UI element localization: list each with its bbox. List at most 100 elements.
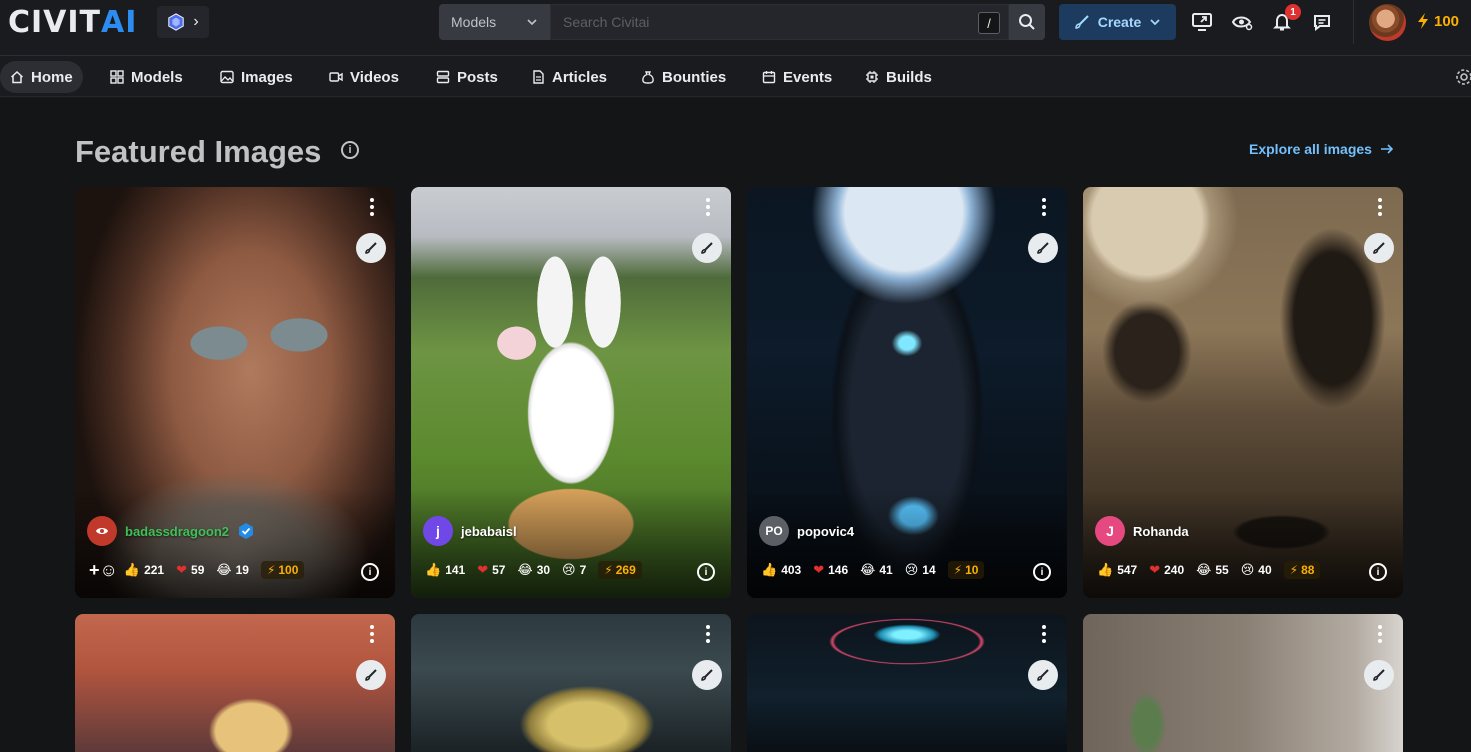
remix-button[interactable] [692,233,722,263]
image-card[interactable]: badassdragoon2 +☺ 👍 221 ❤ 59 😂 19 ⚡ 100 i [75,187,395,598]
reaction-laugh[interactable]: 😂 30 [517,563,550,578]
cpu-icon [866,71,878,83]
brush-icon [1037,242,1049,254]
chevron-right-icon: › [193,13,199,30]
user-avatar[interactable] [1369,4,1406,41]
more-options-icon[interactable] [1037,198,1051,219]
search-input[interactable]: Search Civitai / [550,4,1009,40]
nav-models[interactable]: Models [100,61,193,93]
card-user[interactable]: J Rohanda [1095,516,1189,546]
reaction-laugh[interactable]: 😂 41 [860,563,893,578]
buzz-balance[interactable]: 100 [1416,12,1459,30]
nav-home[interactable]: Home [0,61,83,93]
brand-menu-button[interactable]: › [157,6,209,38]
image-icon [220,70,234,84]
card-user[interactable]: badassdragoon2 [87,516,255,546]
more-options-icon[interactable] [1373,625,1387,646]
reaction-laugh[interactable]: 😂 55 [1196,563,1229,578]
cast-screen-icon[interactable] [1190,10,1214,34]
remix-button[interactable] [692,660,722,690]
remix-button[interactable] [1028,233,1058,263]
image-card[interactable] [75,614,395,752]
more-options-icon[interactable] [365,625,379,646]
reaction-like[interactable]: 👍 403 [761,563,801,578]
main-nav: Home Models Images Videos Posts Articles… [0,57,1471,97]
remix-button[interactable] [356,660,386,690]
card-image[interactable] [75,614,395,752]
eye-settings-icon[interactable] [1230,10,1254,34]
card-reactions: 👍 403 ❤ 146 😂 41 😢 14 ⚡ 10 [761,559,1053,581]
more-options-icon[interactable] [365,198,379,219]
reaction-cry[interactable]: 😢 7 [562,563,586,578]
nav-images[interactable]: Images [210,61,303,93]
nav-articles[interactable]: Articles [521,61,617,93]
buzz-tip[interactable]: ⚡ 269 [598,561,642,579]
nav-videos[interactable]: Videos [319,61,409,93]
reaction-like[interactable]: 👍 221 [124,563,164,578]
card-user[interactable]: PO popovic4 [759,516,854,546]
buzz-tip[interactable]: ⚡ 100 [260,561,305,579]
lightning-icon: ⚡ [604,563,613,577]
chat-icon[interactable] [1310,10,1334,34]
reaction-heart[interactable]: ❤ 59 [176,563,204,578]
more-options-icon[interactable] [1037,625,1051,646]
image-card[interactable] [747,614,1067,752]
reaction-laugh[interactable]: 😂 19 [216,563,249,578]
image-info-icon[interactable]: i [1033,563,1051,581]
nav-posts[interactable]: Posts [426,61,508,93]
buzz-tip[interactable]: ⚡ 88 [1283,561,1321,579]
remix-button[interactable] [1364,233,1394,263]
image-card[interactable]: PO popovic4 👍 403 ❤ 146 😂 41 😢 14 ⚡ 10 i [747,187,1067,598]
moneybag-icon [642,71,654,84]
card-user[interactable]: j jebabaisl [423,516,517,546]
article-icon [533,70,544,84]
image-info-icon[interactable]: i [697,563,715,581]
info-icon[interactable]: i [341,141,359,159]
card-image[interactable] [411,614,731,752]
reaction-heart[interactable]: ❤ 57 [477,563,505,578]
explore-all-images-link[interactable]: Explore all images [1249,141,1394,157]
thumbs-up-icon: 👍 [123,562,141,578]
image-card[interactable] [411,614,731,752]
user-avatar [87,516,117,546]
reaction-heart[interactable]: ❤ 240 [1149,563,1184,578]
civitai-logo[interactable]: CIVIT AI [8,5,137,40]
nav-label: Builds [886,68,932,86]
sad-icon: 😢 [904,562,919,578]
remix-button[interactable] [1028,660,1058,690]
buzz-tip[interactable]: ⚡ 10 [947,561,985,579]
nav-builds[interactable]: Builds [855,61,942,93]
reaction-cry[interactable]: 😢 40 [1241,563,1272,578]
image-info-icon[interactable]: i [361,563,379,581]
image-card[interactable] [1083,614,1403,752]
reaction-heart[interactable]: ❤ 146 [813,563,848,578]
more-options-icon[interactable] [701,625,715,646]
more-options-icon[interactable] [1373,198,1387,219]
image-info-icon[interactable]: i [1369,563,1387,581]
nav-events[interactable]: Events [752,61,842,93]
nav-bounties[interactable]: Bounties [631,61,736,93]
create-button[interactable]: Create [1059,4,1176,40]
image-card[interactable]: j jebabaisl 👍 141 ❤ 57 😂 30 😢 7 ⚡ 269 i [411,187,731,598]
remix-button[interactable] [1364,660,1394,690]
image-card[interactable]: J Rohanda 👍 547 ❤ 240 😂 55 😢 40 ⚡ 88 i [1083,187,1403,598]
add-reaction-icon[interactable]: +☺ [89,560,118,581]
search-button[interactable] [1009,4,1045,40]
chevron-down-icon [1150,19,1160,26]
top-bar: CIVIT AI › Models Search Civitai / Create [0,0,1471,56]
remix-button[interactable] [356,233,386,263]
notification-badge: 1 [1285,4,1301,20]
brush-icon [1373,242,1385,254]
video-icon [329,72,343,82]
reaction-like[interactable]: 👍 547 [1097,563,1137,578]
reaction-like[interactable]: 👍 141 [425,563,465,578]
card-image[interactable] [747,614,1067,752]
verified-badge-icon [239,523,254,539]
search-type-select[interactable]: Models [439,4,550,40]
gear-icon[interactable] [1455,68,1471,86]
card-image[interactable] [1083,614,1403,752]
heart-icon: ❤ [1149,562,1161,578]
reaction-cry[interactable]: 😢 14 [905,563,936,578]
more-options-icon[interactable] [701,198,715,219]
user-avatar: J [1095,516,1125,546]
